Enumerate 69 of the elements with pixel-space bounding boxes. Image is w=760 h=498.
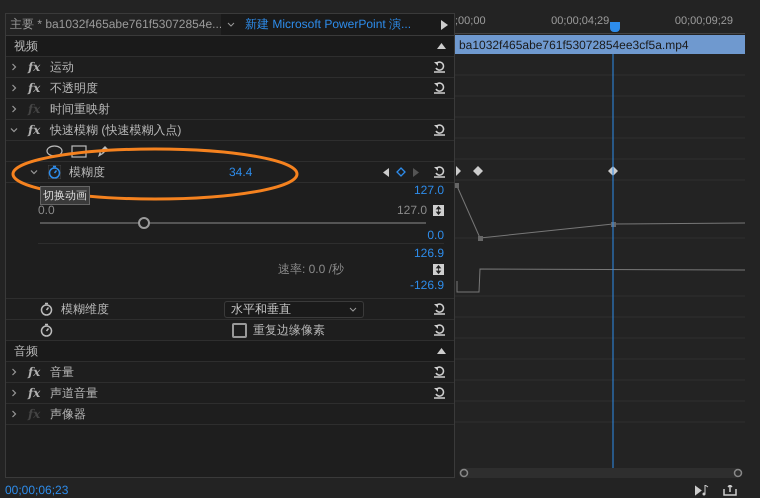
effect-name: 不透明度: [50, 80, 99, 96]
reset-icon[interactable]: [433, 366, 446, 378]
chevron-icon[interactable]: [10, 389, 18, 397]
slider-min-label: 0.0: [38, 203, 55, 217]
chevron-icon[interactable]: [30, 168, 38, 176]
collapse-icon[interactable]: [437, 43, 446, 49]
ruler-time-label: ;00;00: [455, 15, 486, 27]
keyframe-icon: [608, 166, 618, 176]
chevron-icon[interactable]: [10, 410, 18, 418]
rate-label: 速率: 0.0 /秒: [278, 260, 344, 278]
effect-name: 音量: [50, 364, 75, 380]
fx-toggle[interactable]: fx: [28, 386, 50, 400]
velocity-min-value: -126.9: [410, 278, 444, 292]
fx-toggle[interactable]: fx: [28, 365, 50, 379]
checkbox-label: 重复边缘像素: [253, 322, 325, 338]
reset-icon[interactable]: [433, 166, 446, 178]
reset-icon[interactable]: [433, 324, 446, 336]
effect-name: 运动: [50, 58, 75, 76]
scale-icon[interactable]: [433, 264, 444, 274]
section-title: 音频: [14, 342, 39, 360]
graph-min-value: 0.0: [427, 228, 444, 242]
stopwatch-icon[interactable]: [40, 302, 53, 316]
fx-toggle[interactable]: fx: [28, 123, 50, 137]
playhead-handle[interactable]: [610, 22, 620, 32]
reset-icon[interactable]: [433, 61, 446, 73]
effect-name: 时间重映射: [50, 100, 111, 118]
ruler-time-label: 00;00;04;29: [551, 15, 610, 27]
ellipse-mask-icon[interactable]: [46, 145, 63, 157]
reset-icon[interactable]: [433, 303, 446, 315]
property-label: 模糊维度: [61, 300, 110, 318]
effect-name: 声像器: [50, 406, 87, 422]
ruler-time-label: 00;00;09;29: [674, 15, 733, 27]
audio-play-icon[interactable]: [695, 484, 710, 496]
tooltip: 切换动画: [40, 186, 90, 205]
stopwatch-icon[interactable]: [40, 323, 53, 337]
time-ruler[interactable]: ;00;00 00;00;04;29 00;00;09;29: [455, 13, 745, 34]
effect-name: 快速模糊 (快速模糊入点): [50, 122, 182, 138]
graph-max-value: 127.0: [414, 183, 444, 197]
velocity-max-value: 126.9: [414, 246, 444, 260]
dropdown[interactable]: 水平和垂直: [224, 300, 364, 318]
previous-keyframe-icon[interactable]: [383, 168, 390, 176]
collapse-icon[interactable]: [437, 348, 446, 354]
chevron-icon[interactable]: [10, 84, 18, 92]
keyframe-icon: [473, 166, 483, 176]
chevron-icon[interactable]: [10, 368, 18, 376]
add-keyframe-icon[interactable]: [396, 167, 406, 177]
chevron-icon[interactable]: [10, 63, 18, 71]
clip-bar[interactable]: ba1032f465abe761f53072854ee3cf5a.mp4: [455, 35, 745, 54]
scale-icon[interactable]: [433, 204, 444, 216]
checkbox[interactable]: [232, 322, 247, 338]
section-title: 视频: [14, 38, 39, 54]
effect-name: 声道音量: [50, 384, 99, 402]
slider-thumb[interactable]: [138, 217, 150, 229]
reset-icon[interactable]: [433, 124, 446, 136]
timecode[interactable]: 00;00;06;23: [5, 483, 695, 497]
property-value[interactable]: 34.4: [229, 165, 379, 179]
pen-icon[interactable]: [96, 144, 110, 158]
fx-toggle[interactable]: fx: [28, 81, 50, 95]
reset-icon[interactable]: [433, 387, 446, 399]
export-icon[interactable]: [723, 484, 737, 496]
property-label: 模糊度: [69, 164, 106, 180]
caret-icon: [349, 306, 357, 312]
stopwatch-icon[interactable]: [48, 165, 61, 179]
chevron-icon[interactable]: [10, 105, 18, 113]
slider-max-label: 127.0: [396, 203, 427, 217]
reset-icon[interactable]: [433, 82, 446, 94]
rectangle-mask-icon[interactable]: [71, 144, 87, 158]
fx-toggle[interactable]: fx: [28, 60, 50, 74]
chevron-icon[interactable]: [10, 126, 18, 134]
